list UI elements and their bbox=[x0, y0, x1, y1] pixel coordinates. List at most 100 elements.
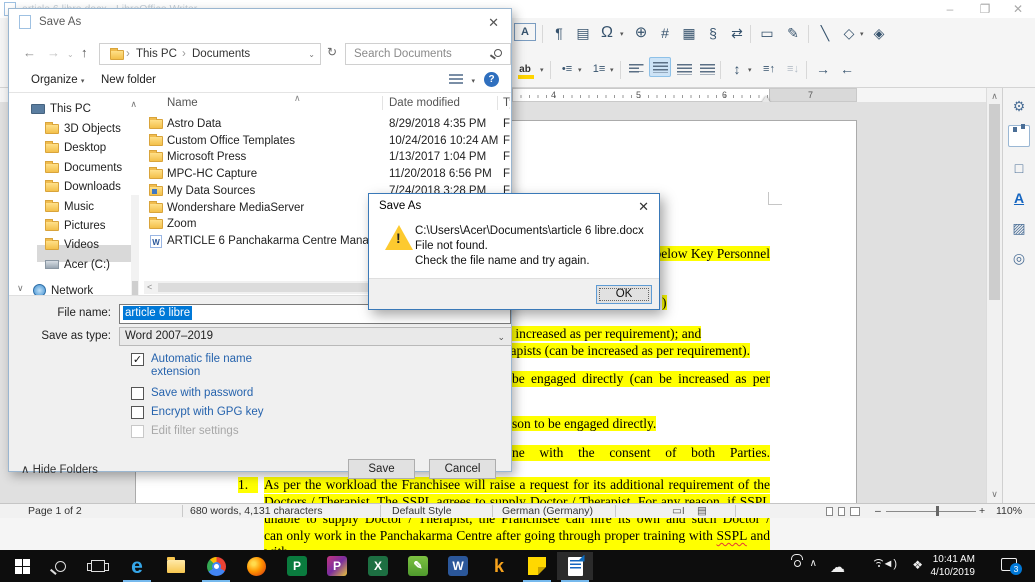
taskbar-picsart[interactable]: P bbox=[319, 552, 355, 580]
paragraph-style[interactable]: Default Style bbox=[392, 505, 452, 517]
file-row[interactable]: Astro Data8/29/2018 4:35 PMFile bbox=[144, 116, 510, 132]
multi-page-view-icon[interactable] bbox=[838, 507, 845, 516]
address-bar[interactable]: › This PC › Documents ⌄ bbox=[99, 43, 321, 65]
hidden-icons-chevron-icon[interactable]: ∧ bbox=[810, 558, 817, 569]
align-center-icon[interactable] bbox=[649, 57, 671, 77]
scroll-down-icon[interactable]: ∨ bbox=[987, 489, 1002, 500]
align-right-icon[interactable] bbox=[674, 58, 694, 80]
highlighting-dropdown-icon[interactable]: ▾ bbox=[540, 66, 544, 74]
taskbar-chrome[interactable] bbox=[198, 552, 234, 580]
basic-shapes-icon[interactable]: ◇ bbox=[838, 22, 860, 44]
error-dialog-titlebar[interactable]: Save As ✕ bbox=[369, 194, 659, 218]
taskbar-edge[interactable]: e bbox=[119, 552, 155, 580]
ordered-list-dropdown-icon[interactable]: ▾ bbox=[610, 66, 614, 74]
up-icon[interactable]: ↑ bbox=[81, 45, 88, 60]
onedrive-cloud-icon[interactable]: ☁ bbox=[830, 558, 845, 576]
column-name[interactable]: Name bbox=[167, 97, 198, 109]
history-dropdown-icon[interactable]: ⌄ bbox=[67, 50, 74, 59]
justified-icon[interactable] bbox=[697, 58, 717, 80]
volume-icon[interactable]: ◄) bbox=[882, 558, 897, 570]
taskbar-pdf-app[interactable]: ✎ bbox=[400, 552, 436, 580]
column-date-modified[interactable]: Date modified bbox=[389, 97, 460, 109]
insert-comment-icon[interactable]: ▭ bbox=[756, 22, 778, 44]
tree-scroll-up-icon[interactable]: ∧ bbox=[130, 99, 137, 110]
taskbar-publisher[interactable]: P bbox=[279, 552, 315, 580]
encrypt-gpg-checkbox[interactable]: Encrypt with GPG key bbox=[131, 406, 263, 419]
hide-folders-button[interactable]: ∧ Hide Folders bbox=[21, 462, 98, 476]
navigator-icon[interactable]: ◎ bbox=[1008, 247, 1030, 269]
insert-section-icon[interactable]: § bbox=[702, 22, 724, 44]
increase-paragraph-spacing-icon[interactable]: ≡↑ bbox=[758, 58, 780, 80]
search-icon[interactable] bbox=[494, 49, 502, 57]
taskbar-libreoffice-writer[interactable] bbox=[557, 552, 593, 580]
line-spacing-icon[interactable]: ↕ bbox=[726, 58, 748, 80]
symbol-shapes-icon[interactable]: ◈ bbox=[868, 22, 890, 44]
file-row[interactable]: Microsoft Press1/13/2017 1:04 PMFile bbox=[144, 149, 510, 165]
ordered-list-icon[interactable]: 1≡ bbox=[588, 58, 610, 80]
taskbar-excel[interactable]: X bbox=[360, 552, 396, 580]
save-dialog-titlebar[interactable]: Save As ✕ bbox=[9, 9, 511, 37]
tree-item-3d-objects[interactable]: 3D Objects bbox=[45, 120, 121, 137]
save-dialog-close-icon[interactable]: ✕ bbox=[488, 15, 499, 31]
book-view-icon[interactable] bbox=[850, 507, 860, 516]
gallery-icon[interactable]: ▨ bbox=[1008, 217, 1030, 239]
insert-mode-icon[interactable]: ▭I bbox=[672, 505, 685, 517]
help-icon[interactable]: ? bbox=[484, 72, 499, 87]
tree-item-desktop[interactable]: Desktop bbox=[45, 139, 106, 156]
word-count[interactable]: 680 words, 4,131 characters bbox=[190, 505, 323, 517]
save-as-type-select[interactable]: Word 2007–2019⌄ bbox=[119, 327, 512, 346]
file-row[interactable]: MPC-HC Capture11/20/2018 6:56 PMFile bbox=[144, 166, 510, 182]
tree-item-acer-c[interactable]: Acer (C:) bbox=[45, 256, 110, 273]
tree-item-pictures[interactable]: Pictures bbox=[45, 217, 106, 234]
page-icon[interactable]: □ bbox=[1008, 157, 1030, 179]
decrease-indent-icon[interactable]: ← bbox=[836, 58, 858, 80]
search-box[interactable]: Search Documents bbox=[345, 43, 511, 65]
basic-shapes-dropdown-icon[interactable]: ▾ bbox=[860, 30, 864, 38]
insert-text-box-icon[interactable]: A bbox=[514, 23, 536, 41]
insert-header-footer-icon[interactable]: ▤ bbox=[572, 22, 594, 44]
scroll-left-icon[interactable]: < bbox=[147, 282, 152, 292]
document-modified-icon[interactable]: ▤ bbox=[697, 505, 707, 517]
zoom-level[interactable]: 110% bbox=[996, 505, 1022, 517]
auto-extension-checkbox[interactable]: ✓ Automatic file name extension bbox=[131, 353, 291, 379]
column-type[interactable]: Typ bbox=[503, 97, 510, 109]
file-row[interactable]: Custom Office Templates10/24/2016 10:24 … bbox=[144, 133, 510, 149]
tree-item-documents[interactable]: Documents bbox=[45, 159, 122, 176]
tree-scrollbar[interactable] bbox=[131, 195, 139, 297]
breadcrumb-this-pc[interactable]: This PC bbox=[136, 48, 177, 60]
insert-field-icon[interactable]: ▦ bbox=[678, 22, 700, 44]
taskbar-clock[interactable]: 10:41 AM 4/10/2019 bbox=[931, 553, 976, 579]
line-spacing-dropdown-icon[interactable]: ▾ bbox=[748, 66, 752, 74]
cancel-button[interactable]: Cancel bbox=[429, 459, 496, 479]
highlighting-color-icon[interactable]: ab bbox=[514, 58, 536, 80]
error-dialog-close-icon[interactable]: ✕ bbox=[638, 199, 649, 215]
decrease-paragraph-spacing-icon[interactable]: ≡↓ bbox=[782, 58, 804, 80]
restore-button[interactable]: ❐ bbox=[970, 0, 1000, 18]
sort-ascending-icon[interactable]: ∧ bbox=[294, 95, 301, 104]
tree-scroll-down-icon[interactable]: ∨ bbox=[17, 283, 24, 294]
special-character-dropdown-icon[interactable]: ▾ bbox=[620, 30, 624, 38]
insert-hyperlink-icon[interactable]: ⊕ bbox=[630, 22, 652, 44]
sidebar-settings-icon[interactable]: ⚙ bbox=[1008, 95, 1030, 117]
action-center-icon[interactable]: 3 bbox=[1001, 558, 1017, 571]
view-mode-dropdown-icon[interactable]: ▾ bbox=[471, 77, 475, 85]
scrollbar-thumb[interactable] bbox=[989, 104, 1000, 300]
unordered-list-dropdown-icon[interactable]: ▾ bbox=[578, 66, 582, 74]
taskbar-search-button[interactable] bbox=[42, 552, 78, 580]
tree-item-downloads[interactable]: Downloads bbox=[45, 178, 121, 195]
text-language[interactable]: German (Germany) bbox=[502, 505, 593, 517]
insert-page-number-icon[interactable]: # bbox=[654, 22, 676, 44]
save-button[interactable]: Save bbox=[348, 459, 415, 479]
address-dropdown-icon[interactable]: ⌄ bbox=[308, 50, 315, 59]
taskbar-kmplayer[interactable]: k bbox=[481, 552, 517, 580]
page-count[interactable]: Page 1 of 2 bbox=[28, 505, 82, 517]
insert-line-icon[interactable]: ╲ bbox=[814, 22, 836, 44]
view-mode-icon[interactable] bbox=[449, 74, 463, 86]
tree-item-this-pc[interactable]: This PC bbox=[31, 100, 91, 117]
breadcrumb-documents[interactable]: Documents bbox=[192, 48, 250, 60]
close-button[interactable]: ✕ bbox=[1003, 0, 1033, 18]
align-left-icon[interactable] bbox=[626, 58, 646, 80]
insert-special-character-icon[interactable]: Ω bbox=[596, 22, 618, 44]
tree-item-videos[interactable]: Videos bbox=[45, 236, 99, 253]
dropbox-icon[interactable]: ❖ bbox=[912, 558, 923, 572]
